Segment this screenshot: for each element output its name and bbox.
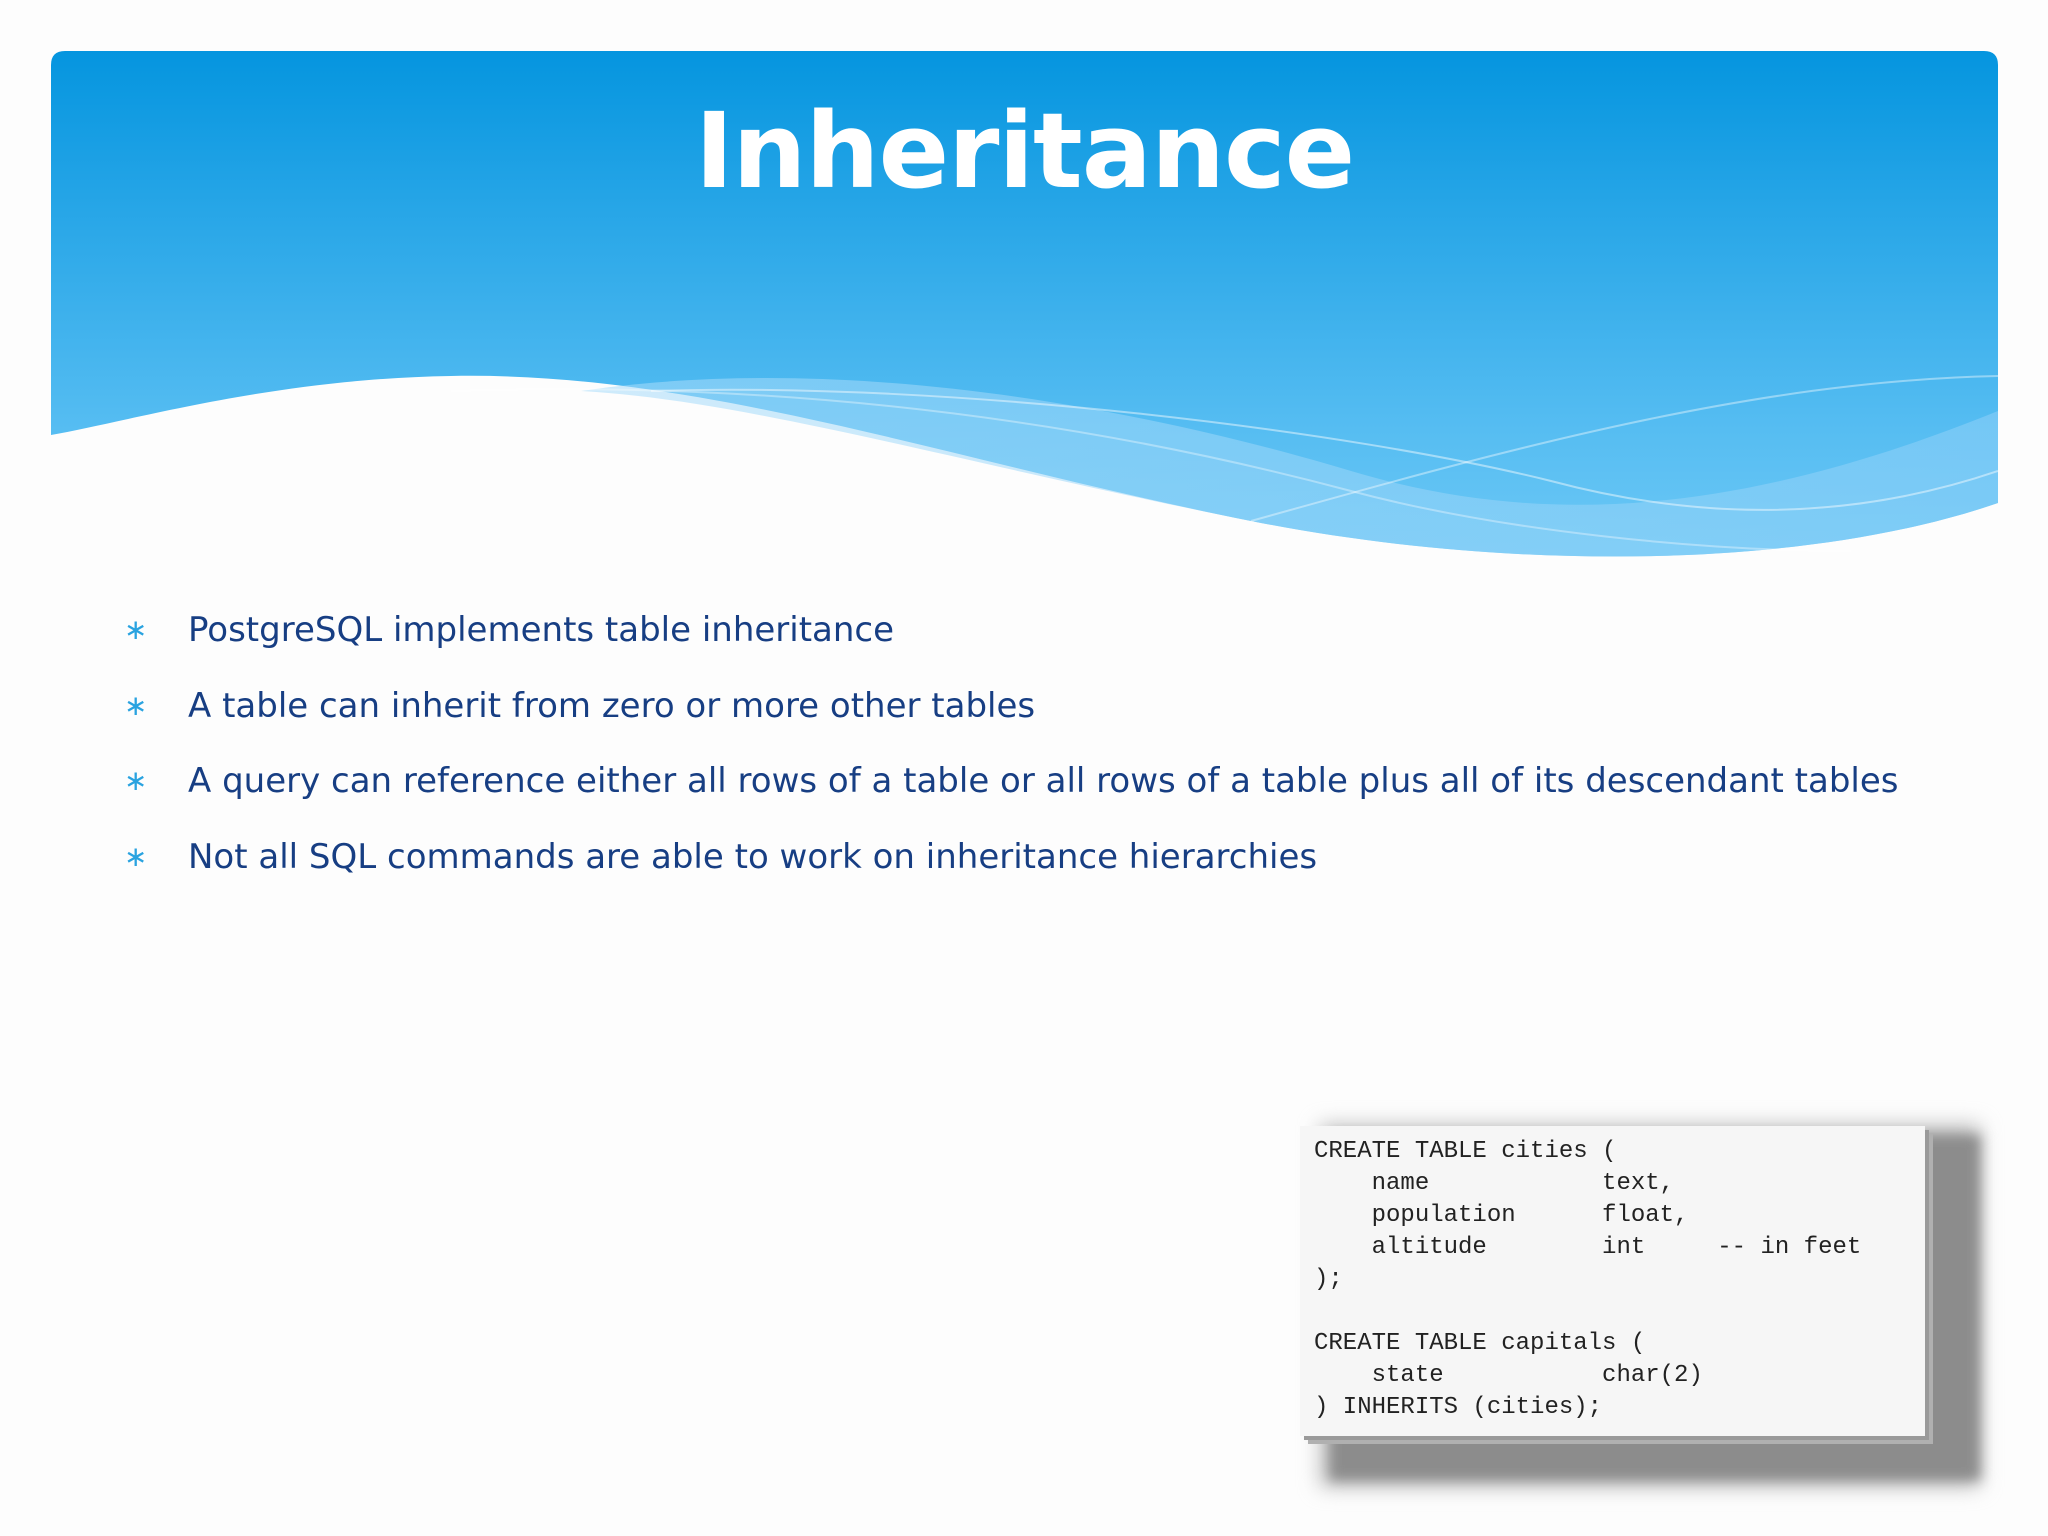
asterisk-bullet-icon: ∗ — [124, 839, 148, 873]
bullet-item: ∗ PostgreSQL implements table inheritanc… — [120, 600, 1940, 676]
sql-code-snippet: CREATE TABLE cities ( name text, populat… — [1300, 1126, 1925, 1436]
slide-title: Inheritance — [694, 90, 1355, 212]
slide: Inheritance ∗ PostgreSQL implements tabl… — [0, 0, 2048, 1536]
bullet-list: ∗ PostgreSQL implements table inheritanc… — [120, 600, 1940, 902]
bullet-item: ∗ A query can reference either all rows … — [120, 751, 1940, 827]
bullet-text: A query can reference either all rows of… — [188, 761, 1899, 801]
bullet-item: ∗ Not all SQL commands are able to work … — [120, 827, 1940, 903]
asterisk-bullet-icon: ∗ — [124, 688, 148, 722]
bullet-text: Not all SQL commands are able to work on… — [188, 836, 1318, 877]
asterisk-bullet-icon: ∗ — [124, 764, 148, 797]
bullet-item: ∗ A table can inherit from zero or more … — [120, 676, 1940, 752]
bullet-text: PostgreSQL implements table inheritance — [188, 610, 895, 650]
code-text: CREATE TABLE cities ( name text, populat… — [1314, 1138, 1862, 1421]
bullet-text: A table can inherit from zero or more ot… — [188, 685, 1036, 726]
asterisk-bullet-icon: ∗ — [124, 613, 148, 646]
